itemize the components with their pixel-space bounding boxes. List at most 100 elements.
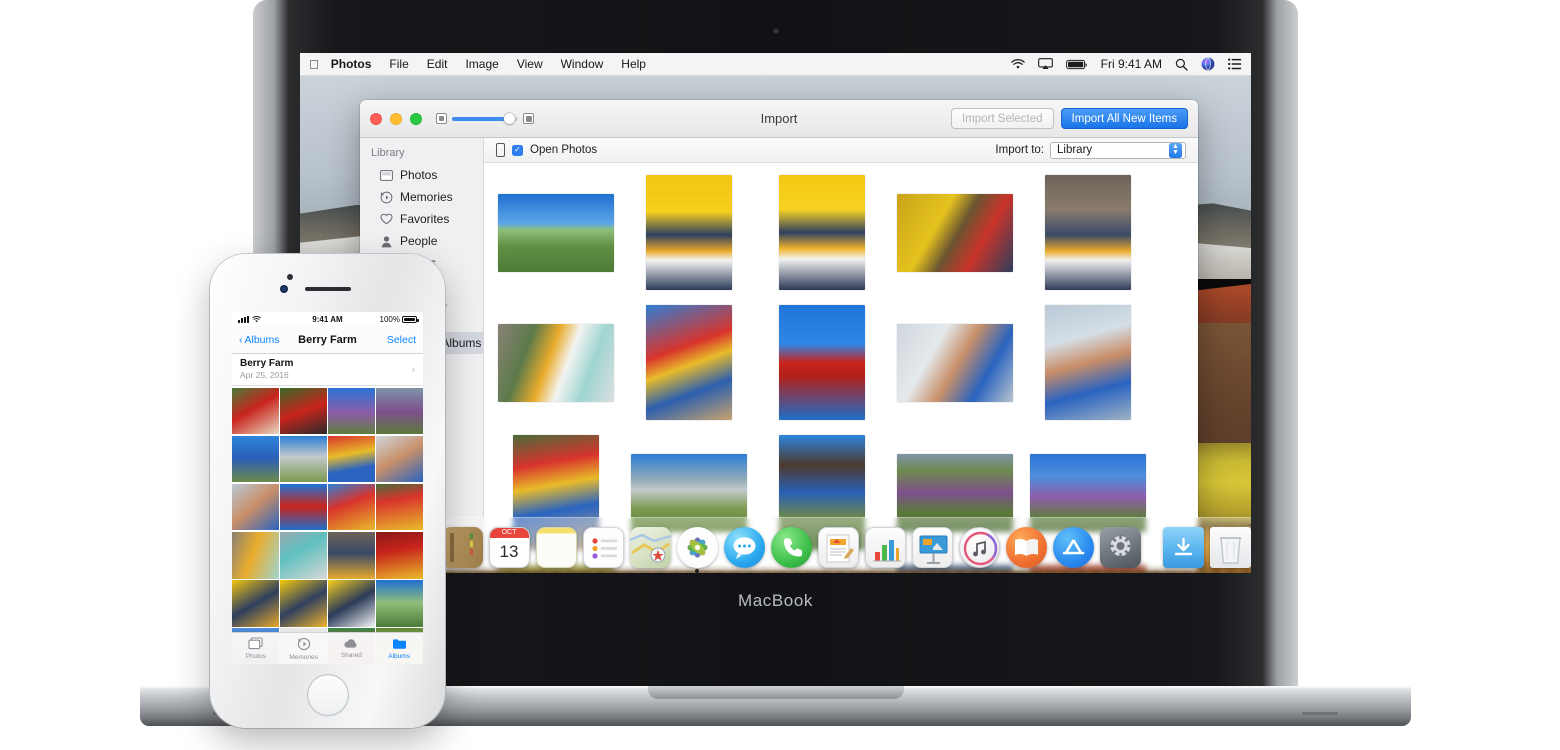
close-button[interactable] <box>370 113 382 125</box>
photo-thumbnail[interactable] <box>328 388 375 435</box>
zoom-slider-knob[interactable] <box>504 113 515 124</box>
photo-cell[interactable] <box>764 175 880 290</box>
window-traffic-lights[interactable] <box>370 113 422 125</box>
tab-shared[interactable]: Shared <box>328 638 376 659</box>
photo-thumbnail[interactable] <box>376 532 423 579</box>
photo-thumbnail[interactable] <box>328 532 375 579</box>
dock-item-downloads-folder[interactable] <box>1163 527 1204 568</box>
photo-thumbnail[interactable] <box>280 532 327 579</box>
ios-tab-bar[interactable]: Photos Memories Shared <box>232 632 423 664</box>
dock-item-contacts[interactable] <box>442 527 483 568</box>
tab-memories[interactable]: Memories <box>280 637 328 661</box>
photo-cell[interactable] <box>897 324 1013 402</box>
photo-thumbnail[interactable] <box>1045 175 1131 290</box>
spotlight-search-icon[interactable] <box>1175 58 1188 71</box>
chevron-right-icon[interactable]: › <box>411 364 415 376</box>
dock-item-numbers[interactable] <box>865 527 906 568</box>
dock-item-calendar[interactable]: OCT 13 <box>489 527 530 568</box>
photo-cell[interactable] <box>1030 305 1146 420</box>
notification-center-icon[interactable] <box>1228 58 1242 70</box>
photo-thumbnail[interactable] <box>498 194 614 272</box>
ios-navigation-bar[interactable]: ‹ Albums Berry Farm Select <box>232 326 423 354</box>
photo-thumbnail[interactable] <box>280 388 327 435</box>
import-selected-button[interactable]: Import Selected <box>951 108 1054 129</box>
siri-icon[interactable] <box>1201 57 1215 71</box>
photo-cell[interactable] <box>498 194 614 272</box>
photo-thumbnail[interactable] <box>646 305 732 420</box>
photo-thumbnail[interactable] <box>376 436 423 483</box>
apple-logo-icon[interactable]:  <box>309 58 319 71</box>
photo-cell[interactable] <box>631 175 747 290</box>
sidebar-item-memories[interactable]: Memories <box>360 186 483 208</box>
ios-photo-grid[interactable] <box>232 386 423 664</box>
small-thumbnail-icon[interactable] <box>436 113 447 124</box>
menu-item-help[interactable]: Help <box>621 57 646 71</box>
thumbnail-zoom-slider[interactable] <box>436 113 534 124</box>
dock-item-ibooks[interactable] <box>1006 527 1047 568</box>
import-photo-grid[interactable] <box>484 163 1198 570</box>
dock-item-maps[interactable] <box>630 527 671 568</box>
tab-photos[interactable]: Photos <box>232 637 280 660</box>
photo-thumbnail[interactable] <box>232 436 279 483</box>
photo-thumbnail[interactable] <box>328 436 375 483</box>
import-to-dropdown[interactable]: Library ▲▼ <box>1050 142 1186 159</box>
iphone-screen[interactable]: 9:41 AM 100% ‹ Albums Berry Farm Select … <box>232 312 423 664</box>
photo-thumbnail[interactable] <box>280 436 327 483</box>
photo-thumbnail[interactable] <box>232 484 279 531</box>
import-all-new-items-button[interactable]: Import All New Items <box>1061 108 1188 129</box>
photo-cell[interactable] <box>1030 175 1146 290</box>
sidebar-item-favorites[interactable]: Favorites <box>360 208 483 230</box>
photo-thumbnail[interactable] <box>232 388 279 435</box>
sidebar-item-photos[interactable]: Photos <box>360 164 483 186</box>
dock-item-itunes[interactable] <box>959 527 1000 568</box>
photo-thumbnail[interactable] <box>779 305 865 420</box>
wifi-icon[interactable] <box>1011 59 1025 70</box>
chevron-updown-icon[interactable]: ▲▼ <box>1169 143 1182 158</box>
photo-thumbnail[interactable] <box>646 175 732 290</box>
photo-thumbnail[interactable] <box>232 580 279 627</box>
menu-item-view[interactable]: View <box>517 57 543 71</box>
zoom-slider-track[interactable] <box>452 117 518 121</box>
menu-item-file[interactable]: File <box>389 57 408 71</box>
battery-icon[interactable] <box>1066 59 1088 70</box>
import-options-bar[interactable]: ✓ Open Photos Import to: Library ▲▼ <box>484 138 1198 163</box>
dock-item-notes[interactable] <box>536 527 577 568</box>
sidebar-item-people[interactable]: People <box>360 230 483 252</box>
minimize-button[interactable] <box>390 113 402 125</box>
photo-thumbnail[interactable] <box>232 532 279 579</box>
dock-item-pages[interactable] <box>818 527 859 568</box>
zoom-button[interactable] <box>410 113 422 125</box>
photo-thumbnail[interactable] <box>376 484 423 531</box>
photo-thumbnail[interactable] <box>1045 305 1131 420</box>
photo-cell[interactable] <box>498 324 614 402</box>
photo-thumbnail[interactable] <box>897 194 1013 272</box>
photo-thumbnail[interactable] <box>376 580 423 627</box>
photo-cell[interactable] <box>897 194 1013 272</box>
album-header-row[interactable]: Berry Farm Apr 25, 2016 › <box>232 354 423 386</box>
dock-item-reminders[interactable] <box>583 527 624 568</box>
airplay-icon[interactable] <box>1038 58 1053 70</box>
menu-bar-clock[interactable]: Fri 9:41 AM <box>1101 57 1162 71</box>
photo-thumbnail[interactable] <box>498 324 614 402</box>
photo-thumbnail[interactable] <box>328 580 375 627</box>
dock-item-system-preferences[interactable] <box>1100 527 1141 568</box>
photo-thumbnail[interactable] <box>779 175 865 290</box>
menu-item-photos[interactable]: Photos <box>331 57 372 71</box>
menu-item-window[interactable]: Window <box>561 57 604 71</box>
photo-thumbnail[interactable] <box>280 580 327 627</box>
photos-import-window[interactable]: Import Import Selected Import All New It… <box>360 100 1198 570</box>
dock-item-photos[interactable] <box>677 527 718 568</box>
tab-albums[interactable]: Albums <box>375 637 423 660</box>
window-toolbar[interactable]: Import Import Selected Import All New It… <box>360 100 1198 138</box>
photo-cell[interactable] <box>764 305 880 420</box>
photo-thumbnail[interactable] <box>897 324 1013 402</box>
dock-item-facetime[interactable] <box>771 527 812 568</box>
home-button[interactable] <box>307 674 349 716</box>
macos-menu-bar[interactable]:  Photos File Edit Image View Window Hel… <box>300 53 1251 76</box>
large-thumbnail-icon[interactable] <box>523 113 534 124</box>
dock-item-trash[interactable] <box>1210 527 1251 568</box>
photo-thumbnail[interactable] <box>280 484 327 531</box>
select-button[interactable]: Select <box>387 334 416 346</box>
photo-cell[interactable] <box>631 305 747 420</box>
photo-thumbnail[interactable] <box>376 388 423 435</box>
